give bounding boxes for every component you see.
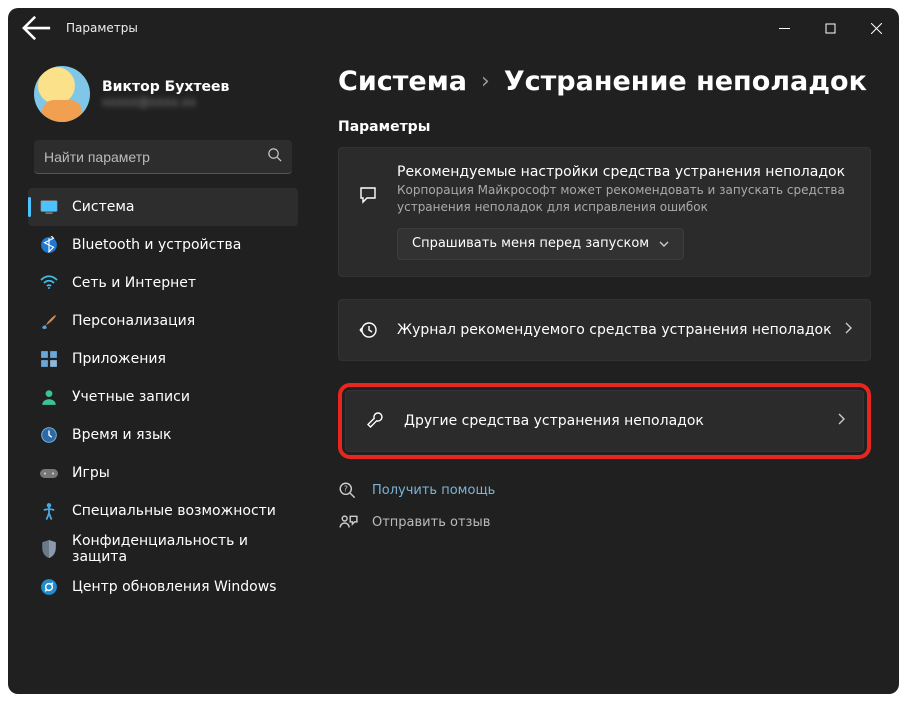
search-icon (267, 147, 282, 166)
sidebar-item-gaming[interactable]: Игры (28, 454, 298, 492)
chevron-down-icon (659, 236, 669, 251)
speech-bubble-icon (357, 184, 379, 206)
history-row[interactable]: Журнал рекомендуемого средства устранени… (338, 299, 871, 361)
sidebar-item-label: Время и язык (72, 427, 171, 443)
shield-icon (40, 540, 58, 558)
close-button[interactable] (853, 8, 899, 48)
other-troubleshooters-label: Другие средства устранения неполадок (404, 413, 838, 429)
main-content: Система › Устранение неполадок Параметры… (308, 48, 899, 694)
chevron-right-icon: › (481, 69, 490, 94)
sidebar-item-label: Центр обновления Windows (72, 579, 276, 595)
section-label: Параметры (338, 119, 871, 135)
sidebar-item-system[interactable]: Система (28, 188, 298, 226)
rec-subtitle: Корпорация Майкрософт может рекомендоват… (397, 182, 852, 216)
sidebar-item-bluetooth[interactable]: Bluetooth и устройства (28, 226, 298, 264)
gaming-icon (40, 464, 58, 482)
sidebar-item-update[interactable]: Центр обновления Windows (28, 568, 298, 606)
footer-links: ? Получить помощь Отправить отзыв (338, 481, 871, 533)
titlebar: Параметры (8, 8, 899, 48)
sidebar-item-label: Персонализация (72, 313, 195, 329)
settings-window: Параметры Виктор Бухтеев xxxxx@xxxx.xx (8, 8, 899, 694)
maximize-button[interactable] (807, 8, 853, 48)
breadcrumb: Система › Устранение неполадок (338, 66, 871, 97)
search-input[interactable] (44, 149, 261, 165)
profile-name: Виктор Бухтеев (102, 79, 229, 95)
sidebar-item-label: Конфиденциальность и защита (72, 533, 286, 565)
sidebar-item-network[interactable]: Сеть и Интернет (28, 264, 298, 302)
wifi-icon (40, 274, 58, 292)
feedback-link[interactable]: Отправить отзыв (338, 513, 871, 533)
feedback-icon (338, 513, 358, 533)
help-label: Получить помощь (372, 483, 495, 498)
sidebar-item-accounts[interactable]: Учетные записи (28, 378, 298, 416)
sidebar-item-label: Учетные записи (72, 389, 190, 405)
globe-clock-icon (40, 426, 58, 444)
feedback-label: Отправить отзыв (372, 515, 490, 530)
get-help-link[interactable]: ? Получить помощь (338, 481, 871, 501)
update-icon (40, 578, 58, 596)
sidebar-item-apps[interactable]: Приложения (28, 340, 298, 378)
help-icon: ? (338, 481, 358, 501)
sidebar-item-label: Система (72, 199, 134, 215)
svg-text:?: ? (344, 484, 348, 493)
bluetooth-icon (40, 236, 58, 254)
highlight-frame: Другие средства устранения неполадок (338, 383, 871, 459)
chevron-right-icon (845, 322, 852, 338)
rec-title: Рекомендуемые настройки средства устране… (397, 164, 852, 180)
sidebar-item-privacy[interactable]: Конфиденциальность и защита (28, 530, 298, 568)
window-controls (761, 8, 899, 48)
rec-dropdown[interactable]: Спрашивать меня перед запуском (397, 228, 684, 260)
sidebar-item-personalization[interactable]: Персонализация (28, 302, 298, 340)
brush-icon (40, 312, 58, 330)
history-icon (357, 319, 379, 341)
sidebar-item-accessibility[interactable]: Специальные возможности (28, 492, 298, 530)
sidebar: Виктор Бухтеев xxxxx@xxxx.xx Сист (8, 48, 308, 694)
accessibility-icon (40, 502, 58, 520)
sidebar-item-time-language[interactable]: Время и язык (28, 416, 298, 454)
wrench-icon (364, 410, 386, 432)
apps-icon (40, 350, 58, 368)
sidebar-item-label: Bluetooth и устройства (72, 237, 241, 253)
sidebar-item-label: Сеть и Интернет (72, 275, 196, 291)
breadcrumb-current: Устранение неполадок (504, 66, 867, 97)
back-button[interactable] (22, 13, 52, 43)
dropdown-value: Спрашивать меня перед запуском (412, 236, 649, 251)
sidebar-nav: Система Bluetooth и устройства Сеть и Ин… (28, 188, 298, 606)
window-title: Параметры (66, 21, 138, 35)
sidebar-item-label: Специальные возможности (72, 503, 276, 519)
history-label: Журнал рекомендуемого средства устранени… (397, 322, 845, 338)
chevron-right-icon (838, 413, 845, 429)
other-troubleshooters-row[interactable]: Другие средства устранения неполадок (345, 390, 864, 452)
user-icon (40, 388, 58, 406)
profile-block[interactable]: Виктор Бухтеев xxxxx@xxxx.xx (28, 58, 298, 130)
recommended-settings-card: Рекомендуемые настройки средства устране… (338, 147, 871, 277)
system-icon (40, 198, 58, 216)
sidebar-item-label: Приложения (72, 351, 166, 367)
profile-email: xxxxx@xxxx.xx (102, 95, 229, 109)
sidebar-item-label: Игры (72, 465, 110, 481)
avatar (34, 66, 90, 122)
search-input-wrap[interactable] (34, 140, 292, 174)
breadcrumb-root[interactable]: Система (338, 66, 467, 97)
minimize-button[interactable] (761, 8, 807, 48)
